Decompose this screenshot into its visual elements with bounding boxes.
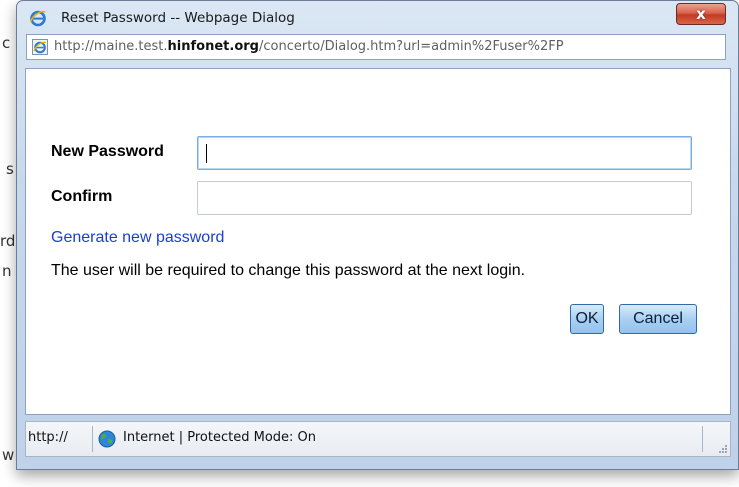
confirm-label: Confirm xyxy=(51,188,113,205)
dialog-window: Reset Password -- Webpage Dialog x http:… xyxy=(16,0,739,470)
ok-button[interactable]: OK xyxy=(570,304,604,334)
confirm-password-input[interactable] xyxy=(197,181,692,215)
address-bar[interactable]: http://maine.test.hinfonet.org/concerto/… xyxy=(26,34,726,60)
generate-password-link[interactable]: Generate new password xyxy=(51,229,224,247)
text-caret xyxy=(206,144,207,163)
status-bar: http:// Internet | Protected Mode: On xyxy=(25,421,731,457)
security-zone-text: Internet | Protected Mode: On xyxy=(123,430,317,445)
background-text: s xyxy=(6,160,14,178)
close-button[interactable]: x xyxy=(676,3,726,25)
url-suffix: /concerto/Dialog.htm?url=admin%2Fuser%2F… xyxy=(258,39,564,54)
url-domain: hinfonet.org xyxy=(167,39,259,54)
background-text: c xyxy=(2,34,11,52)
resize-grip-icon[interactable] xyxy=(716,442,728,454)
globe-icon xyxy=(98,430,116,448)
ie-icon xyxy=(29,10,46,27)
screen: c s rd n w Reset Password -- Webpage Dia… xyxy=(0,0,739,487)
status-url: http:// xyxy=(28,430,68,445)
ie-page-icon xyxy=(32,39,48,55)
window-title: Reset Password -- Webpage Dialog xyxy=(61,10,295,26)
cancel-button[interactable]: Cancel xyxy=(619,304,697,334)
url-prefix: http://maine.test. xyxy=(54,39,168,54)
dialog-content: New Password Confirm Generate new passwo… xyxy=(25,68,731,415)
status-divider xyxy=(92,426,93,452)
password-change-note: The user will be required to change this… xyxy=(51,262,526,279)
status-divider xyxy=(702,426,703,452)
close-icon: x xyxy=(696,5,706,23)
new-password-label: New Password xyxy=(51,143,164,160)
background-text: w xyxy=(2,446,15,464)
title-bar[interactable]: Reset Password -- Webpage Dialog x xyxy=(17,1,738,31)
background-text: n xyxy=(2,262,12,280)
background-text: rd xyxy=(0,232,16,250)
new-password-input[interactable] xyxy=(197,136,692,170)
address-url: http://maine.test.hinfonet.org/concerto/… xyxy=(54,39,564,54)
